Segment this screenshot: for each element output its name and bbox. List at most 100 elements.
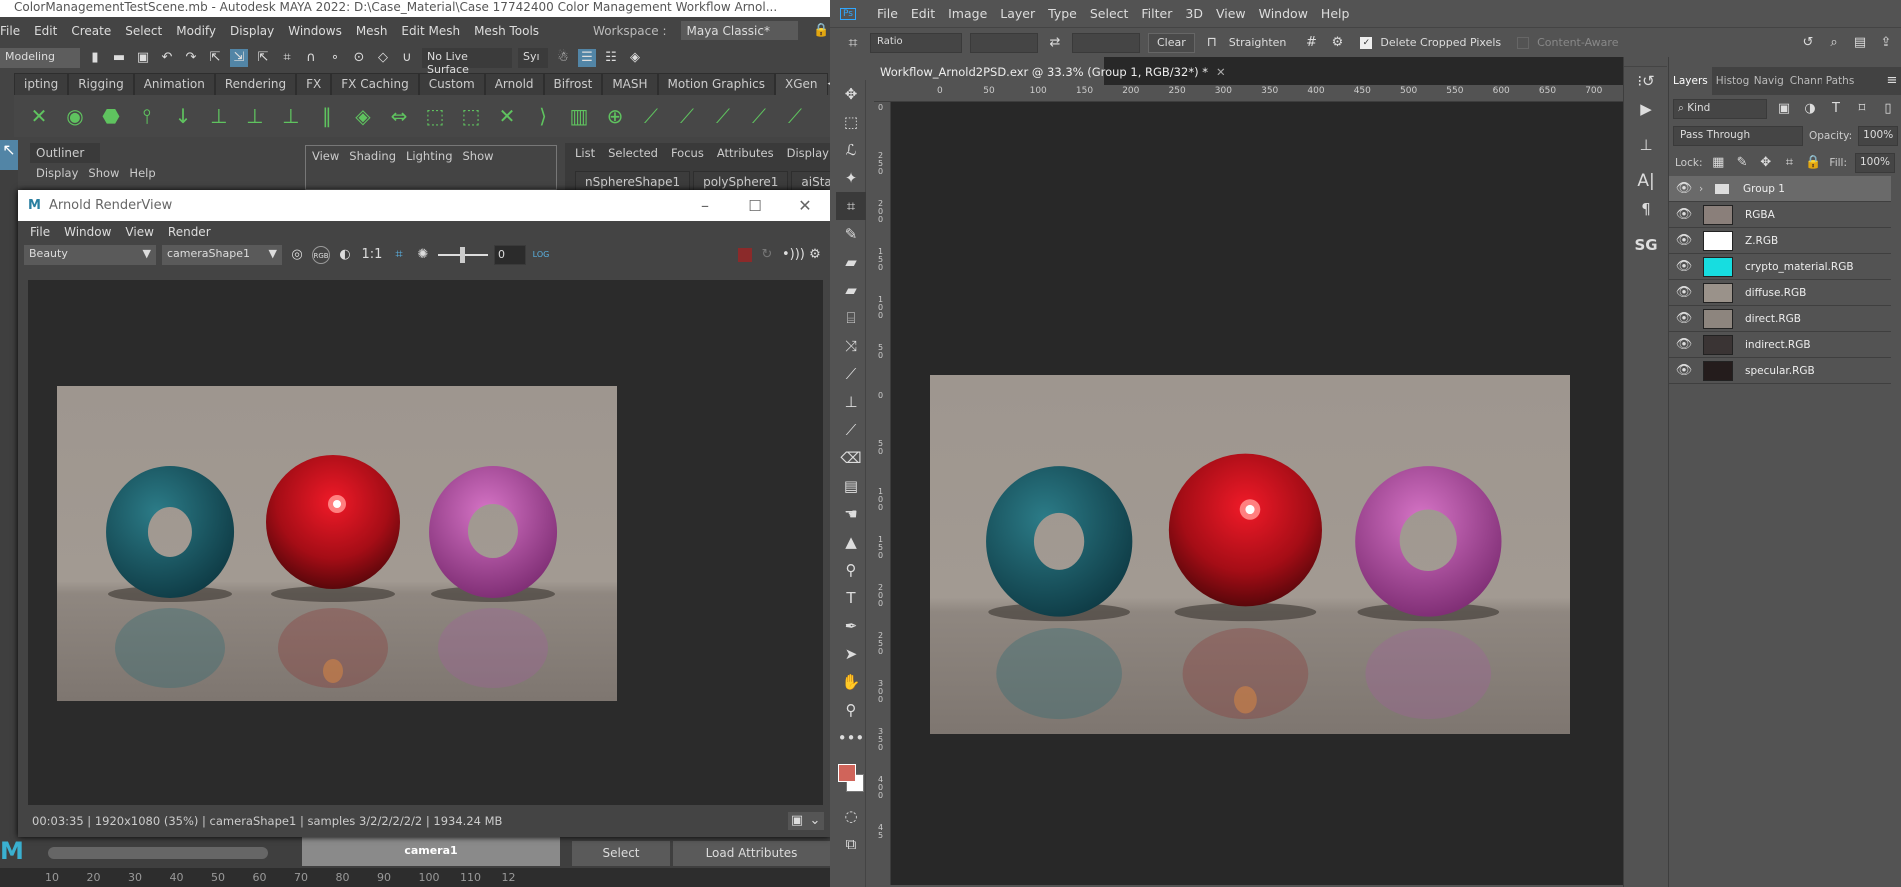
select-guide-icon[interactable]: ⬚ <box>420 101 450 131</box>
delete-guide-icon[interactable]: ✕ <box>492 101 522 131</box>
shelf-tab-fx[interactable]: FX <box>296 73 332 95</box>
camera-dropdown[interactable]: cameraShape1 ▼ <box>162 245 282 265</box>
ps-menu-image[interactable]: Image <box>948 6 987 21</box>
channel-box-icon[interactable]: ☰ <box>578 49 596 67</box>
attr-menu-focus[interactable]: Focus <box>671 146 704 160</box>
stop-render-icon[interactable] <box>738 248 752 262</box>
rv-menu-render[interactable]: Render <box>168 225 211 239</box>
live-surface-field[interactable]: No Live Surface <box>422 48 512 76</box>
swap-icon[interactable]: ⇄ <box>1046 34 1064 52</box>
lock-transparent-icon[interactable]: ▦ <box>1710 154 1726 172</box>
shelf-tab-fx-caching[interactable]: FX Caching <box>331 73 419 95</box>
layer-row[interactable]: 👁 crypto_material.RGB <box>1669 254 1891 280</box>
chevron-down-icon[interactable]: ⌄ <box>806 812 824 830</box>
menu-edit[interactable]: Edit <box>34 24 57 38</box>
tab-layers[interactable]: Layers <box>1669 65 1712 97</box>
lock-icon[interactable]: 🔒 <box>812 22 830 40</box>
redo-icon[interactable]: ↷ <box>182 49 200 67</box>
more-tools-icon[interactable]: ••• <box>836 724 866 752</box>
attr-menu-attributes[interactable]: Attributes <box>717 146 774 160</box>
patch-icon[interactable]: ⌸ <box>836 304 866 332</box>
ps-menu-filter[interactable]: Filter <box>1141 6 1172 21</box>
filter-smart-object-icon[interactable]: ▯ <box>1879 100 1897 118</box>
height-input[interactable] <box>1072 32 1140 53</box>
menu-windows[interactable]: Windows <box>288 24 342 38</box>
shelf-tab-custom[interactable]: Custom <box>418 73 485 95</box>
actions-play-icon[interactable]: ▶ <box>1624 95 1668 123</box>
crop-tool-icon[interactable]: ⌗ <box>844 33 862 52</box>
snapshot-icon[interactable]: ▣ <box>788 812 806 830</box>
snap-grid-icon[interactable]: ⌗ <box>278 49 296 67</box>
panel-menu-show[interactable]: Show <box>463 149 494 163</box>
groom-cut-icon[interactable]: ⟋ <box>672 101 702 131</box>
eyedropper-icon[interactable]: ✎ <box>836 220 866 248</box>
select-button[interactable]: Select <box>572 841 670 866</box>
visibility-eye-icon[interactable]: 👁 <box>1669 207 1699 222</box>
rgb-channel-icon[interactable]: RGB <box>312 246 330 264</box>
ratio-button[interactable]: 1:1 <box>360 246 384 264</box>
lock-artboard-icon[interactable]: ⌗ <box>1782 154 1798 172</box>
expand-chevron-icon[interactable]: › <box>1699 183 1715 195</box>
grid-overlay-icon[interactable]: # <box>1302 34 1320 52</box>
pen-tool-icon[interactable]: ✒ <box>836 612 866 640</box>
add-guide-2-icon[interactable]: ⊥ <box>204 101 234 131</box>
shelf-tab-motion-graphics[interactable]: Motion Graphics <box>657 73 776 95</box>
menu-mesh[interactable]: Mesh <box>356 24 388 38</box>
xgen-clear-icon[interactable]: ⬣ <box>96 101 126 131</box>
guide-cv-icon[interactable]: ◈ <box>348 101 378 131</box>
rv-menu-window[interactable]: Window <box>64 225 111 239</box>
paragraph-panel-icon[interactable]: ¶ <box>1624 195 1668 223</box>
magnet-icon[interactable]: ∪ <box>398 49 416 67</box>
content-aware-move-icon[interactable]: ⤨ <box>836 332 866 360</box>
panel-menu-lighting[interactable]: Lighting <box>406 149 452 163</box>
lock-guide-icon[interactable]: ⊥ <box>276 101 306 131</box>
fill-input[interactable]: 100% <box>1855 152 1895 173</box>
menu-modify[interactable]: Modify <box>176 24 216 38</box>
rv-menu-file[interactable]: File <box>30 225 50 239</box>
camera-node[interactable]: camera1 <box>302 837 560 866</box>
visibility-eye-icon[interactable]: 👁 <box>1669 259 1699 274</box>
snap-point-icon[interactable]: ∘ <box>326 49 344 67</box>
foreground-color-swatch[interactable] <box>838 764 856 782</box>
straighten-icon[interactable]: ⊓ <box>1203 34 1221 52</box>
filter-pixel-icon[interactable]: ▣ <box>1775 100 1793 118</box>
ratio-dropdown[interactable]: Ratio <box>870 32 962 53</box>
ps-menu-edit[interactable]: Edit <box>911 6 935 21</box>
ps-menu-file[interactable]: File <box>877 6 898 21</box>
screen-mode-icon[interactable]: ⧉ <box>836 830 866 858</box>
xgen-preview-icon[interactable]: ◉ <box>60 101 90 131</box>
layers-icon[interactable]: ◈ <box>626 49 644 67</box>
search-icon[interactable]: ⌕ <box>1825 34 1843 52</box>
content-aware-checkbox[interactable] <box>1517 36 1530 49</box>
visibility-eye-icon[interactable]: 👁 <box>1669 311 1699 326</box>
filter-type-icon[interactable]: T <box>1827 100 1845 118</box>
reset-icon[interactable]: ↺ <box>1799 34 1817 52</box>
menu-select[interactable]: Select <box>125 24 162 38</box>
close-icon[interactable]: ✕ <box>780 196 830 215</box>
add-guide-icon[interactable]: ⫯ <box>132 101 162 131</box>
visibility-eye-icon[interactable]: 👁 <box>1669 285 1699 300</box>
color-swatches[interactable] <box>836 752 865 802</box>
guide-lines-icon[interactable]: ∥ <box>312 101 342 131</box>
document-tab[interactable]: Workflow_Arnold2PSD.exr @ 33.3% (Group 1… <box>874 57 1226 85</box>
tab-channels[interactable]: Chann <box>1786 65 1822 97</box>
time-slider[interactable]: 10 20 30 40 50 60 70 80 90 100 110 12 <box>0 868 830 887</box>
crop-tool-icon[interactable]: ⌗ <box>836 192 866 220</box>
eraser-icon[interactable]: ⌫ <box>836 444 866 472</box>
path-selection-icon[interactable]: ➤ <box>836 640 866 668</box>
save-scene-icon[interactable]: ▣ <box>134 49 152 67</box>
attr-menu-selected[interactable]: Selected <box>608 146 658 160</box>
filter-adjustment-icon[interactable]: ◑ <box>1801 100 1819 118</box>
shelf-tab-scripting[interactable]: ipting <box>14 73 69 95</box>
layer-filter-dropdown[interactable]: ⌕ Kind <box>1673 98 1767 119</box>
character-icon[interactable]: ☃ <box>554 49 572 67</box>
visibility-eye-icon[interactable]: 👁 <box>1669 337 1699 352</box>
layer-row[interactable]: 👁 Z.RGB <box>1669 228 1891 254</box>
gradient-icon[interactable]: ▤ <box>836 472 866 500</box>
add-groom-icon[interactable]: ⊕ <box>600 101 630 131</box>
panel-menu-icon[interactable]: ≡ <box>1883 72 1901 90</box>
layer-row[interactable]: 👁 diffuse.RGB <box>1669 280 1891 306</box>
crop-settings-gear-icon[interactable]: ⚙ <box>1328 34 1346 52</box>
settings-gear-icon[interactable]: ⚙ <box>806 246 824 264</box>
lock-image-icon[interactable]: ✎ <box>1734 154 1750 172</box>
